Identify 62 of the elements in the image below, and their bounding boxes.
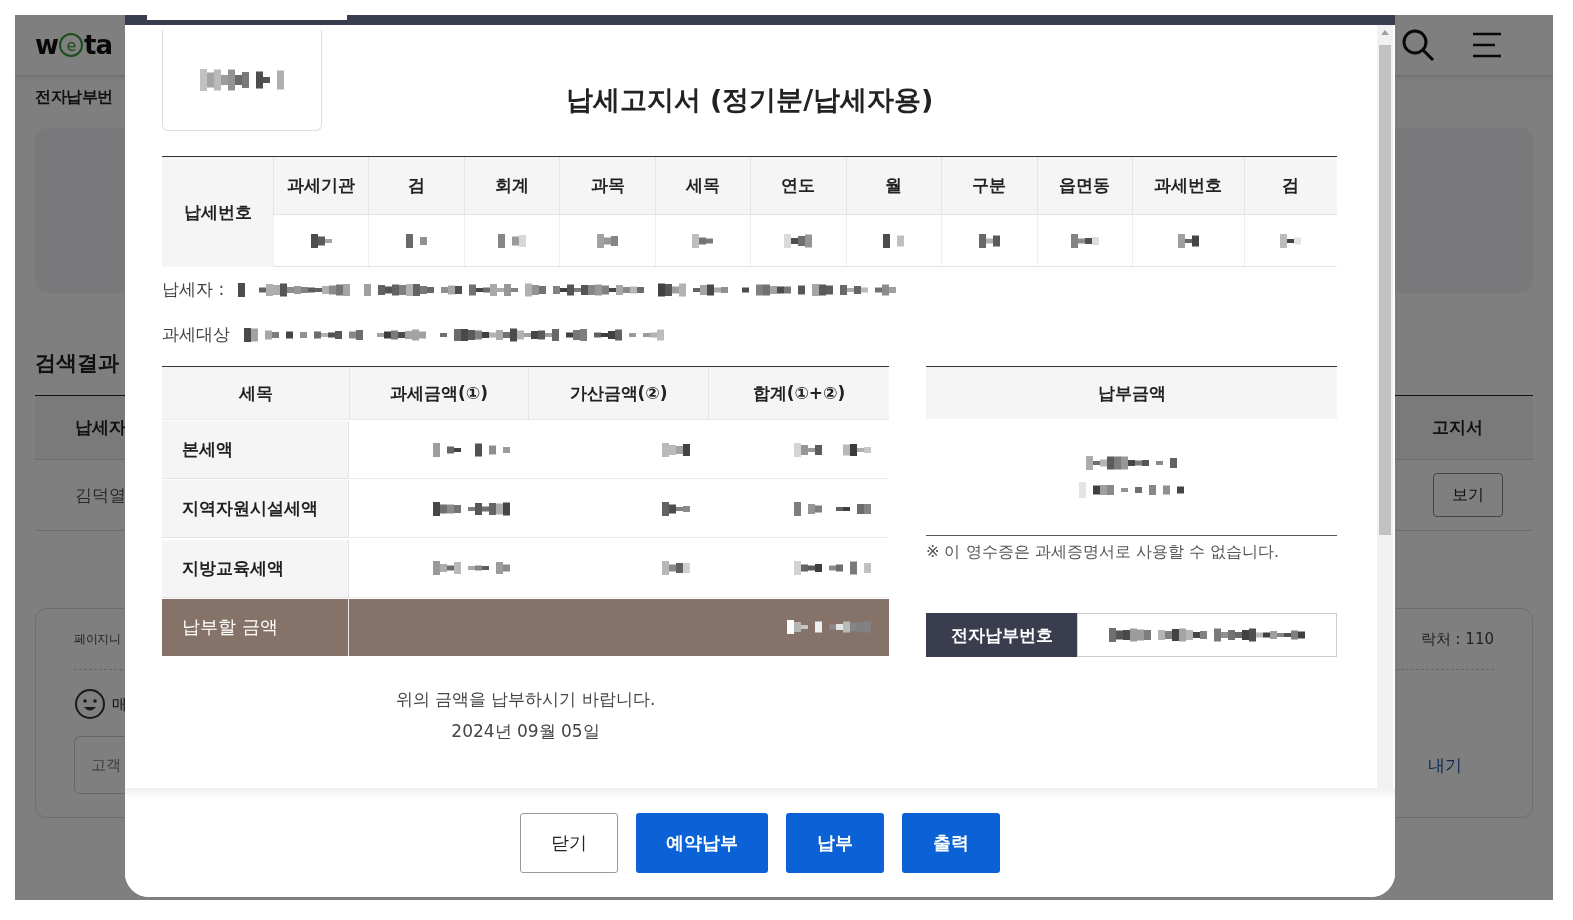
request-text: 위의 금액을 납부하시기 바랍니다.	[395, 688, 656, 711]
column-header: 가산금액(②)	[528, 367, 708, 420]
column-header: 검	[368, 157, 464, 215]
rating-label: 매	[112, 694, 127, 714]
pixelated-value	[597, 233, 619, 248]
column-header: 과세기관	[273, 157, 369, 215]
scrollbar[interactable]	[1377, 25, 1393, 788]
pixelated-value	[310, 233, 332, 248]
column-header: 월	[845, 157, 942, 215]
feedback-title: 페이지니	[74, 630, 120, 648]
row-header: 지방교육세액	[162, 539, 349, 598]
pixelated-value	[1280, 233, 1302, 248]
pixelated-value	[662, 501, 690, 516]
note-text: ※ 이 영수증은 과세증명서로 사용할 수 없습니다.	[926, 542, 1280, 563]
logo[interactable]: w e ta	[35, 30, 112, 60]
results-heading: 검색결과	[35, 350, 120, 377]
contact-text: 락처 : 110	[1420, 629, 1494, 649]
smiley-icon[interactable]	[74, 688, 106, 720]
scrollbar-thumb[interactable]	[1379, 45, 1391, 535]
table-cell: 김덕열	[75, 483, 126, 507]
pixelated-value	[883, 233, 905, 248]
pixelated-value	[1178, 233, 1199, 248]
pixelated-value	[692, 233, 714, 248]
total-label: 납부할 금액	[162, 598, 349, 656]
column-header: 과세금액(①)	[349, 367, 528, 420]
column-header: 연도	[750, 157, 846, 215]
column-header: 합계(①+②)	[708, 367, 889, 420]
action-button[interactable]: 납부	[786, 812, 884, 873]
view-button[interactable]: 보기	[1433, 473, 1503, 517]
menu-icon[interactable]	[1471, 31, 1503, 59]
pixelated-value	[662, 561, 690, 576]
column-header: 납부금액	[926, 366, 1337, 419]
object-label: 과세대상	[162, 323, 230, 346]
pixelated-value	[1070, 233, 1099, 248]
column-header: 회계	[463, 157, 560, 215]
pixelated-value	[662, 442, 690, 457]
action-button[interactable]: 예약납부	[636, 812, 768, 873]
column-header: 세목	[654, 157, 751, 215]
pixelated-value	[406, 233, 428, 248]
pixelated-value	[978, 233, 1000, 248]
submit-link[interactable]: 내기	[1428, 753, 1462, 777]
column-header: 과세번호	[1132, 157, 1244, 215]
issue-date: 2024년 09월 05일	[451, 720, 600, 743]
pixelated-value	[784, 233, 813, 248]
column-header: 검	[1244, 157, 1337, 215]
row-header: 납세번호	[162, 157, 273, 267]
close-button[interactable]: 닫기	[520, 812, 618, 873]
row-header: 지역자원시설세액	[162, 480, 349, 539]
payer-label: 납세자 :	[162, 278, 225, 301]
column-header: 과목	[559, 157, 655, 215]
column-header: 읍면동	[1036, 157, 1132, 215]
pixelated-value	[498, 233, 527, 248]
column-header: 구분	[941, 157, 1037, 215]
page-title: 전자납부번	[35, 87, 113, 108]
search-icon[interactable]	[1401, 28, 1435, 62]
column-header: 세목	[162, 367, 349, 420]
column-header: 납세자	[75, 416, 126, 439]
action-button[interactable]: 출력	[902, 812, 1000, 873]
column-header: 고지서	[1432, 416, 1483, 439]
row-header: 본세액	[162, 421, 349, 480]
modal-title: 납세고지서 (정기분/납세자용)	[564, 82, 935, 117]
epay-label: 전자납부번호	[926, 613, 1077, 657]
